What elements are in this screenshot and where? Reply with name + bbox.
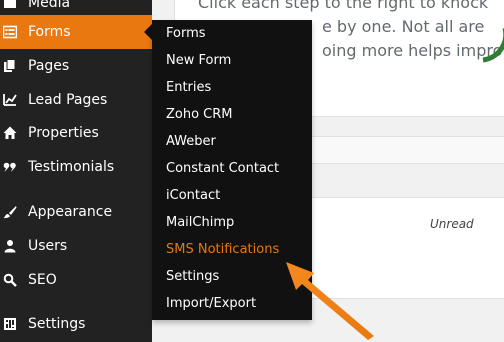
sidebar-item-properties[interactable]: Properties bbox=[0, 116, 152, 150]
entries-table-header bbox=[312, 136, 504, 164]
sidebar-item-label: SEO bbox=[28, 272, 57, 288]
sidebar-item-testimonials[interactable]: Testimonials bbox=[0, 150, 152, 184]
settings-icon bbox=[4, 318, 16, 330]
sidebar-item-seo[interactable]: SEO bbox=[0, 263, 152, 297]
sidebar-item-label: Users bbox=[28, 238, 68, 254]
sidebar-item-label: Appearance bbox=[28, 204, 113, 220]
paintbrush-icon bbox=[3, 206, 17, 219]
sidebar-item-forms[interactable]: Forms bbox=[0, 15, 152, 49]
sidebar-item-label: Settings bbox=[28, 316, 86, 332]
sidebar-item-label: Forms bbox=[28, 24, 71, 40]
sidebar-item-label: Lead Pages bbox=[28, 92, 108, 108]
search-icon bbox=[3, 273, 17, 287]
submenu-item-import-export[interactable]: Import/Export bbox=[166, 293, 256, 315]
sidebar-item-label: Pages bbox=[28, 58, 70, 74]
pages-icon bbox=[4, 59, 16, 72]
submenu-item-zoho-crm[interactable]: Zoho CRM bbox=[166, 104, 233, 126]
entries-table-row bbox=[312, 197, 504, 299]
forms-submenu: Forms New Form Entries Zoho CRM AWeber C… bbox=[152, 20, 312, 320]
submenu-item-entries[interactable]: Entries bbox=[166, 77, 211, 99]
sidebar-item-users[interactable]: Users bbox=[0, 229, 152, 263]
sidebar-item-appearance[interactable]: Appearance bbox=[0, 195, 152, 229]
lead-pages-icon bbox=[3, 94, 17, 106]
submenu-item-settings[interactable]: Settings bbox=[166, 266, 219, 288]
house-icon bbox=[3, 126, 17, 139]
admin-sidebar: Media Forms Pages Lead Pages Properties bbox=[0, 0, 152, 342]
submenu-item-sms-notifications[interactable]: SMS Notifications bbox=[166, 239, 279, 261]
submenu-item-aweber[interactable]: AWeber bbox=[166, 131, 216, 153]
submenu-item-mailchimp[interactable]: MailChimp bbox=[166, 212, 234, 234]
sidebar-item-label: Properties bbox=[28, 125, 99, 141]
submenu-item-new-form[interactable]: New Form bbox=[166, 50, 231, 72]
media-icon bbox=[4, 0, 16, 8]
submenu-item-constant-contact[interactable]: Constant Contact bbox=[166, 158, 279, 180]
sidebar-item-lead-pages[interactable]: Lead Pages bbox=[0, 83, 152, 117]
intro-line: Click each step to the right to knock bbox=[198, 0, 489, 12]
forms-icon bbox=[3, 25, 17, 39]
sidebar-item-label: Testimonials bbox=[28, 159, 115, 175]
progress-ring-decoration bbox=[482, 28, 504, 63]
submenu-item-icontact[interactable]: iContact bbox=[166, 185, 220, 207]
sidebar-item-settings[interactable]: Settings bbox=[0, 307, 152, 341]
quote-icon bbox=[3, 162, 16, 172]
submenu-item-forms[interactable]: Forms bbox=[166, 23, 206, 45]
entry-status: Unread bbox=[430, 217, 474, 231]
sidebar-item-pages[interactable]: Pages bbox=[0, 49, 152, 83]
user-icon bbox=[4, 240, 16, 253]
